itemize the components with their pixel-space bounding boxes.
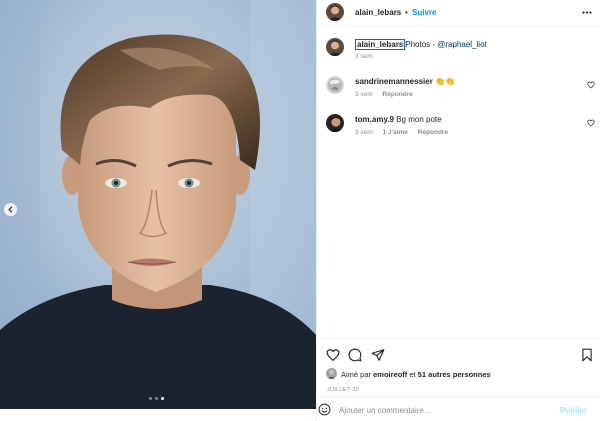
- comment-text: sandrinemannessier 👏👏: [355, 77, 455, 86]
- more-icon: [582, 10, 592, 14]
- post-sidebar: alain_lebars • Suivre alain_lebars Photos…: [316, 0, 600, 421]
- other-likers-link[interactable]: 51 autres personnes: [418, 370, 491, 379]
- caption-mention[interactable]: @raphael_liot: [437, 40, 486, 49]
- comment-body: 👏👏: [435, 77, 455, 86]
- add-comment-bar: Publier: [317, 396, 600, 421]
- likes-conj: et: [409, 370, 416, 379]
- liker-username[interactable]: emoireoff: [373, 370, 407, 379]
- comment-time[interactable]: 3 sem: [355, 129, 373, 136]
- post-header: alain_lebars • Suivre: [317, 0, 600, 26]
- comment-meta: 3 sem 1 J'aime Répondre: [355, 129, 448, 136]
- reply-button[interactable]: Répondre: [418, 129, 448, 136]
- caption-username[interactable]: alain_lebars: [355, 39, 406, 50]
- publish-button[interactable]: Publier: [560, 406, 587, 415]
- caption-meta: 3 sem: [355, 53, 373, 60]
- author-username[interactable]: alain_lebars: [355, 8, 401, 17]
- liker-avatar[interactable]: [326, 368, 337, 379]
- carousel-dot: [149, 397, 152, 400]
- share-icon[interactable]: [371, 348, 385, 362]
- more-options-button[interactable]: [581, 6, 593, 18]
- separator-dot: •: [405, 8, 408, 17]
- carousel-prev-button[interactable]: [4, 203, 17, 216]
- heart-icon[interactable]: [326, 348, 340, 362]
- comment-like-icon[interactable]: [587, 81, 595, 89]
- caption-body: Photos -: [405, 40, 438, 49]
- comment-text: tom.amy.9 Bg mon pote: [355, 115, 442, 124]
- commenter-avatar[interactable]: [326, 76, 344, 94]
- follow-button[interactable]: Suivre: [412, 8, 436, 17]
- emoji-icon[interactable]: [318, 403, 331, 416]
- post-modal: alain_lebars • Suivre alain_lebars Photos…: [0, 0, 600, 421]
- bookmark-icon[interactable]: [580, 348, 594, 362]
- comment-meta: 3 sem Répondre: [355, 91, 413, 98]
- comment-time[interactable]: 3 sem: [355, 91, 373, 98]
- likes-prefix: Aimé par: [341, 370, 372, 379]
- likes-summary: Aimé par emoireoff et 51 autres personne…: [317, 366, 600, 382]
- comment-item: tom.amy.9 Bg mon pote 3 sem 1 J'aime Rép…: [317, 113, 600, 143]
- caption: alain_lebars Photos - @raphael_liot 3 sem: [317, 38, 600, 68]
- chevron-left-icon: [8, 206, 13, 213]
- caption-text: alain_lebars Photos - @raphael_liot: [355, 39, 487, 50]
- reply-button[interactable]: Répondre: [383, 91, 413, 98]
- comment-item: sandrinemannessier 👏👏 3 sem Répondre: [317, 75, 600, 105]
- comment-input[interactable]: [339, 404, 539, 416]
- comment-likes[interactable]: 1 J'aime: [383, 129, 408, 136]
- carousel-dot: [155, 397, 158, 400]
- carousel-dot-active: [161, 397, 164, 400]
- comment-username[interactable]: tom.amy.9: [355, 115, 394, 124]
- comment-like-icon[interactable]: [587, 119, 595, 127]
- portrait-image: [0, 0, 316, 409]
- likes-text: Aimé par emoireoff et 51 autres personne…: [341, 370, 491, 379]
- caption-avatar[interactable]: [326, 38, 344, 56]
- carousel-indicator: [149, 397, 164, 400]
- commenter-avatar[interactable]: [326, 114, 344, 132]
- caption-time[interactable]: 3 sem: [355, 53, 373, 60]
- comment-body: Bg mon pote: [396, 115, 442, 124]
- post-photo[interactable]: [0, 0, 316, 409]
- post-date[interactable]: JUILLET 30: [327, 387, 359, 393]
- comment-username[interactable]: sandrinemannessier: [355, 77, 433, 86]
- author-avatar[interactable]: [326, 3, 344, 21]
- comment-icon[interactable]: [348, 348, 362, 362]
